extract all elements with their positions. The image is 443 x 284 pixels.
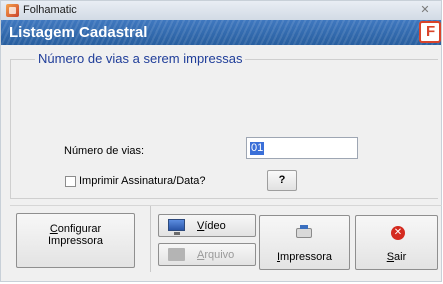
- page-title: Listagem Cadastral: [9, 24, 148, 41]
- sair-button[interactable]: ✕ Sair: [355, 215, 438, 270]
- close-button[interactable]: ✕: [417, 3, 433, 17]
- video-label: Vídeo: [197, 220, 226, 232]
- groupbox-legend: Número de vias a serem impressas: [35, 51, 246, 66]
- window-title: Folhamatic: [23, 4, 77, 16]
- title-bar: Folhamatic ✕: [1, 1, 441, 21]
- print-signature-checkbox[interactable]: [65, 176, 76, 187]
- impressora-label: Impressora: [276, 251, 333, 263]
- configure-printer-line1: Configurar: [49, 223, 102, 235]
- configure-printer-button[interactable]: Configurar Impressora: [16, 213, 135, 268]
- printer-icon: [296, 225, 312, 238]
- folder-icon: [168, 248, 185, 261]
- arquivo-button[interactable]: Arquivo: [158, 243, 256, 266]
- impressora-button[interactable]: Impressora: [259, 215, 350, 270]
- print-signature-label[interactable]: Imprimir Assinatura/Data?: [79, 175, 206, 187]
- header-band: Listagem Cadastral F: [1, 20, 441, 45]
- separator: [150, 206, 151, 272]
- configure-printer-line2: Impressora: [47, 235, 104, 247]
- help-button[interactable]: ?: [267, 170, 297, 191]
- vias-input[interactable]: 01: [246, 137, 358, 159]
- sair-label: Sair: [386, 251, 407, 263]
- logo-icon: F: [419, 21, 441, 43]
- arquivo-label: Arquivo: [197, 249, 235, 261]
- app-icon: [6, 4, 19, 17]
- vias-input-value: 01: [250, 142, 265, 155]
- monitor-icon: [168, 219, 185, 235]
- vias-label: Número de vias:: [64, 145, 145, 157]
- exit-icon: ✕: [391, 226, 405, 240]
- video-button[interactable]: Vídeo: [158, 214, 256, 237]
- logo-letter: F: [426, 23, 436, 40]
